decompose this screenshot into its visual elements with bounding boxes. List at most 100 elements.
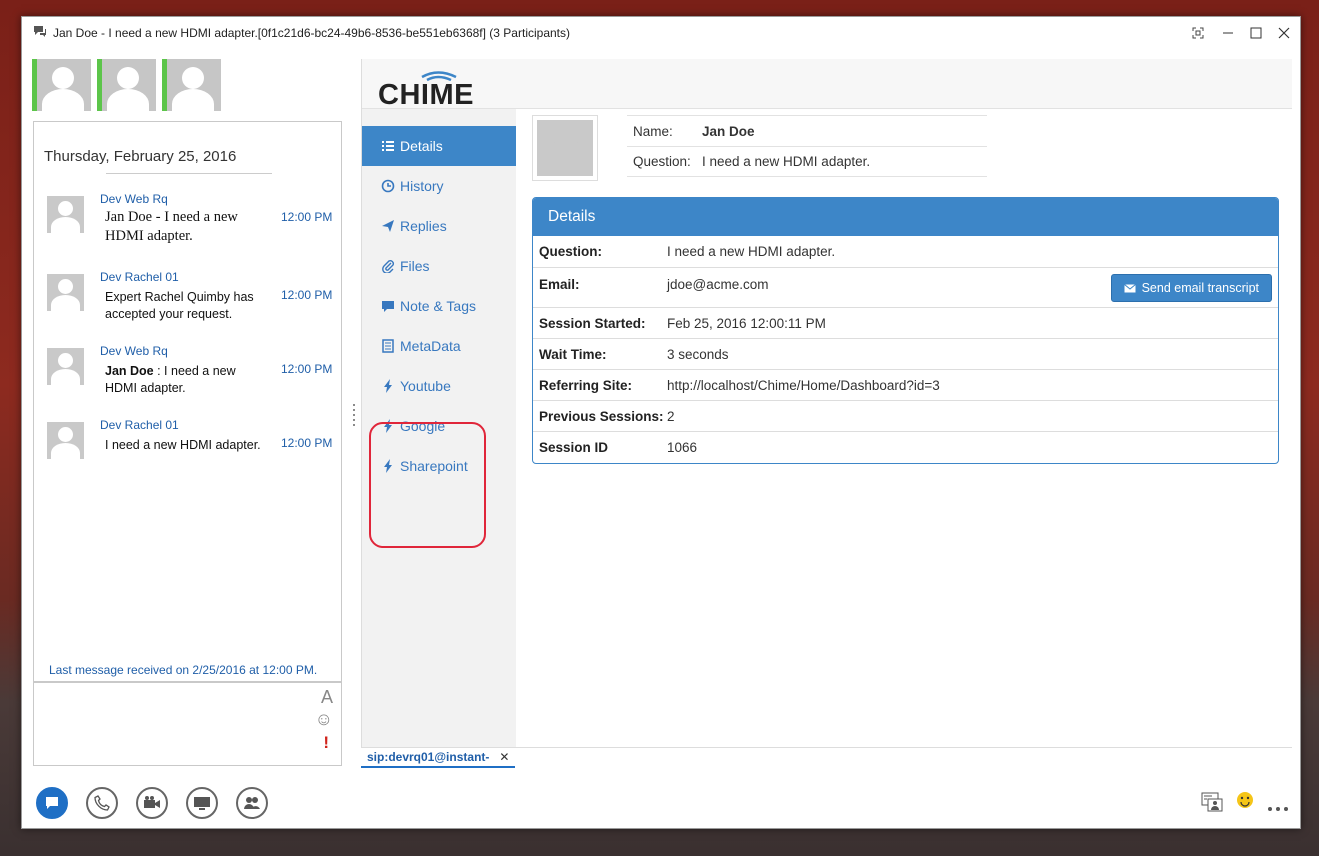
nav-item-notes-tags[interactable]: Note & Tags [362,286,516,326]
history-icon [379,179,397,193]
important-icon[interactable]: ! [323,733,329,753]
row-key: Session ID [539,439,609,455]
details-row: Session ID 1066 [533,431,1278,462]
user-avatar [532,115,598,181]
user-summary: Name: Jan Doe Question: I need a new HDMI … [627,115,987,177]
nav-item-youtube[interactable]: Youtube [362,366,516,406]
contact-card-button[interactable] [1201,792,1223,815]
more-options-button[interactable] [1267,800,1289,815]
fullscreen-button[interactable] [1184,23,1212,43]
row-key: Previous Sessions: [539,408,664,424]
maximize-button[interactable] [1242,23,1270,43]
row-value: http://localhost/Chime/Home/Dashboard?id… [667,377,940,393]
chime-sidebar: Details History Replies Files Note & Tag… [362,109,516,747]
chime-app-pane: CHIME Details History Replies Files Note… [361,59,1293,747]
nav-label: Note & Tags [400,298,477,314]
smiley-icon [1237,792,1253,808]
close-icon [1278,27,1290,39]
email-value[interactable]: jdoe@acme.com [667,277,769,292]
presence-emoticon[interactable] [1236,791,1254,812]
app-tab-bar: sip:devrq01@instant- ✕ [361,747,1292,769]
chime-logo-text: CHIME [378,79,474,105]
message-time: 12:00 PM [281,288,333,302]
row-key: Session Started: [539,315,646,331]
present-button[interactable] [186,787,218,819]
details-row: Session Started: Feb 25, 2016 12:00:11 PM [533,307,1278,338]
participant-avatar[interactable] [162,59,221,111]
video-button[interactable] [136,787,168,819]
message-time: 12:00 PM [281,210,333,224]
row-key: Wait Time: [539,346,607,362]
sender-name[interactable]: Dev Web Rq [100,192,168,206]
people-icon [244,797,260,809]
message-item: Dev Rachel 01 12:00 PM I need a new HDMI… [47,418,337,478]
highlight-annotation [369,422,486,548]
sender-avatar [47,196,84,233]
list-icon [379,140,397,152]
call-button[interactable] [86,787,118,819]
send-button-label: Send email transcript [1141,281,1259,295]
close-button[interactable] [1270,23,1298,43]
window-title: Jan Doe - I need a new HDMI adapter.[0f1… [53,26,570,40]
tab-close-icon[interactable]: ✕ [499,750,509,764]
details-row: Wait Time: 3 seconds [533,338,1278,369]
nav-label: Files [400,258,430,274]
message-item: Dev Web Rq 12:00 PM Jan Doe : I need a n… [47,344,337,404]
row-key: Referring Site: [539,377,633,393]
nav-item-metadata[interactable]: MetaData [362,326,516,366]
row-value: I need a new HDMI adapter. [667,244,836,259]
user-question: I need a new HDMI adapter. [702,154,871,169]
emoticon-icon[interactable]: ☺ [315,709,333,730]
contact-card-icon [1201,792,1223,812]
nav-label: Replies [400,218,447,234]
drag-handle-icon [353,404,355,426]
nav-item-details[interactable]: Details [362,126,516,166]
message-item: Dev Web Rq 12:00 PM Jan Doe - I need a n… [47,192,337,252]
minimize-button[interactable] [1214,23,1242,43]
details-panel: Details Question: I need a new HDMI adapt… [532,197,1279,464]
font-icon[interactable]: A [321,687,333,708]
details-row: Referring Site: http://localhost/Chime/Ho… [533,369,1278,400]
last-message-status: Last message received on 2/25/2016 at 12… [49,663,318,677]
lync-conversation-window: Jan Doe - I need a new HDMI adapter.[0f1… [21,16,1301,829]
sender-avatar [47,274,84,311]
details-panel-title: Details [533,198,1278,236]
nav-label: History [400,178,444,194]
im-button[interactable] [36,787,68,819]
details-row: Question: I need a new HDMI adapter. [533,236,1278,267]
row-value: 3 seconds [667,346,729,362]
paperclip-icon [379,259,397,273]
pane-splitter-handle[interactable] [352,402,356,426]
message-text: Jan Doe - I need a new HDMI adapter. [105,209,238,244]
sender-name[interactable]: Dev Web Rq [100,344,168,358]
message-text: Jan Doe : I need a new HDMI adapter. [105,363,265,397]
details-row: Previous Sessions: 2 [533,400,1278,431]
message-bold-name: Jan Doe [105,364,154,378]
send-email-transcript-button[interactable]: Send email transcript [1110,274,1272,302]
participant-avatar[interactable] [97,59,156,111]
sender-avatar [47,422,84,459]
app-tab-label: sip:devrq01@instant- [367,750,490,764]
nav-item-files[interactable]: Files [362,246,516,286]
maximize-icon [1250,27,1262,39]
app-tab[interactable]: sip:devrq01@instant- ✕ [361,748,516,768]
chat-icon [46,797,58,809]
divider [106,173,272,174]
monitor-icon [194,797,210,810]
row-value: 1066 [667,439,698,455]
conversation-history: Thursday, February 25, 2016 Dev Web Rq 1… [33,121,342,682]
sender-avatar [47,348,84,385]
message-text: Expert Rachel Quimby has accepted your r… [105,290,254,321]
participant-avatars [32,59,221,111]
participant-avatar[interactable] [32,59,91,111]
participants-button[interactable] [236,787,268,819]
details-row: Email: jdoe@acme.com Send email transcrip… [533,267,1278,307]
nav-item-history[interactable]: History [362,166,516,206]
user-name: Jan Doe [702,123,755,139]
message-input[interactable]: A ☺ ! [33,682,342,766]
sender-name[interactable]: Dev Rachel 01 [100,270,179,284]
conversation-icon [34,26,46,37]
nav-item-replies[interactable]: Replies [362,206,516,246]
video-camera-icon [144,796,160,808]
sender-name[interactable]: Dev Rachel 01 [100,418,179,432]
